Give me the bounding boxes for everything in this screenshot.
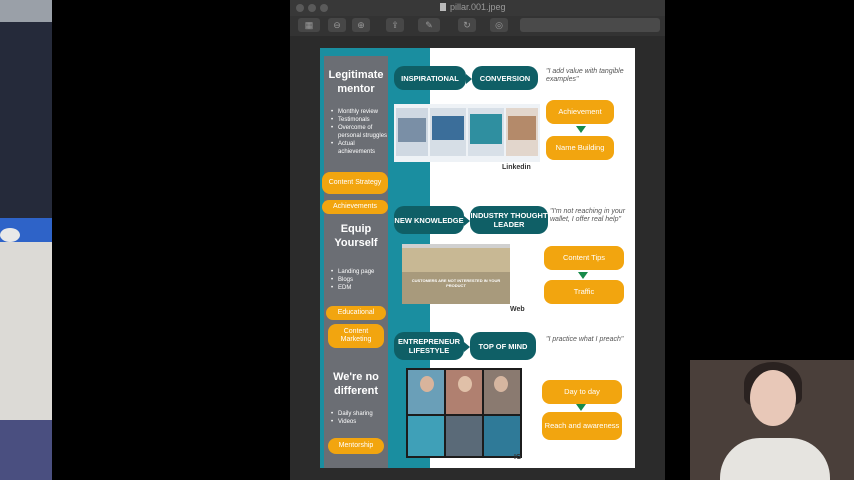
platform-caption: IG xyxy=(514,454,522,461)
instagram-grid xyxy=(406,368,522,458)
close-window-button[interactable] xyxy=(296,4,304,12)
platform-caption: Web xyxy=(510,306,525,313)
document-icon xyxy=(440,3,446,11)
rotate-button[interactable]: ↻ xyxy=(458,18,476,32)
row-from-pill: INSPIRATIONAL xyxy=(394,66,466,90)
slide-image: Legitimate mentor Monthly review Testimo… xyxy=(320,48,635,468)
section-bullets: Daily sharing Videos xyxy=(330,410,390,426)
row-quote: "I practice what I preach" xyxy=(546,336,624,343)
flow-bottom-pill: Traffic xyxy=(544,280,624,304)
search-input[interactable] xyxy=(520,18,660,32)
share-button[interactable]: ⇪ xyxy=(386,18,404,32)
row-to-pill: INDUSTRY THOUGHT LEADER xyxy=(470,206,548,234)
annotate-button[interactable]: ◎ xyxy=(490,18,508,32)
window-title: pillar.001.jpeg xyxy=(440,2,506,12)
left-camera-feed xyxy=(0,0,52,480)
section-heading: We're no different xyxy=(333,371,379,397)
zoom-in-button[interactable]: ⊕ xyxy=(352,18,370,32)
row-to-pill: TOP OF MIND xyxy=(470,332,536,360)
row-quote: "I'm not reaching in your wallet, I offe… xyxy=(550,208,626,223)
flow-bottom-pill: Reach and awareness xyxy=(542,412,622,440)
row-to-pill: CONVERSION xyxy=(472,66,538,90)
toolbar: ▦ ⊖ ⊕ ⇪ ✎ ↻ ◎ xyxy=(290,16,665,36)
web-screenshot-headline: CUSTOMERS ARE NOT INTERESTED IN YOUR PRO… xyxy=(411,278,501,288)
pill-mentorship: Mentorship xyxy=(328,438,384,454)
title-bar: pillar.001.jpeg xyxy=(290,0,665,16)
row-from-pill: NEW KNOWLEDGE xyxy=(394,206,464,234)
arrow-down-icon xyxy=(578,272,588,279)
sidebar-toggle-button[interactable]: ▦ xyxy=(298,18,320,32)
zoom-window-button[interactable] xyxy=(320,4,328,12)
flow-top-pill: Day to day xyxy=(542,380,622,404)
flow-bottom-pill: Name Building xyxy=(546,136,614,160)
web-screenshot: CUSTOMERS ARE NOT INTERESTED IN YOUR PRO… xyxy=(402,244,510,304)
pill-content-marketing: Content Marketing xyxy=(328,324,384,348)
flow-top-pill: Content Tips xyxy=(544,246,624,270)
pill-content-strategy: Content Strategy xyxy=(322,172,388,194)
presenter-camera-feed xyxy=(690,360,854,480)
pill-educational: Educational xyxy=(326,306,386,320)
zoom-out-button[interactable]: ⊖ xyxy=(328,18,346,32)
markup-button[interactable]: ✎ xyxy=(418,18,440,32)
arrow-down-icon xyxy=(576,404,586,411)
arrow-down-icon xyxy=(576,126,586,133)
pill-achievements: Achievements xyxy=(322,200,388,214)
row-from-pill: ENTREPRENEUR LIFESTYLE xyxy=(394,332,464,360)
flow-top-pill: Achievement xyxy=(546,100,614,124)
section-heading: Legitimate mentor xyxy=(328,69,384,95)
linkedin-screenshots xyxy=(394,104,540,162)
section-bullets: Monthly review Testimonals Overcome of p… xyxy=(330,108,390,156)
section-heading: Equip Yourself xyxy=(334,223,378,249)
row-quote: "I add value with tangible examples" xyxy=(546,68,624,83)
platform-caption: Linkedin xyxy=(502,164,531,171)
minimize-window-button[interactable] xyxy=(308,4,316,12)
section-bullets: Landing page Blogs EDM xyxy=(330,268,390,292)
preview-window: pillar.001.jpeg ▦ ⊖ ⊕ ⇪ ✎ ↻ ◎ Legitimate… xyxy=(290,0,665,480)
